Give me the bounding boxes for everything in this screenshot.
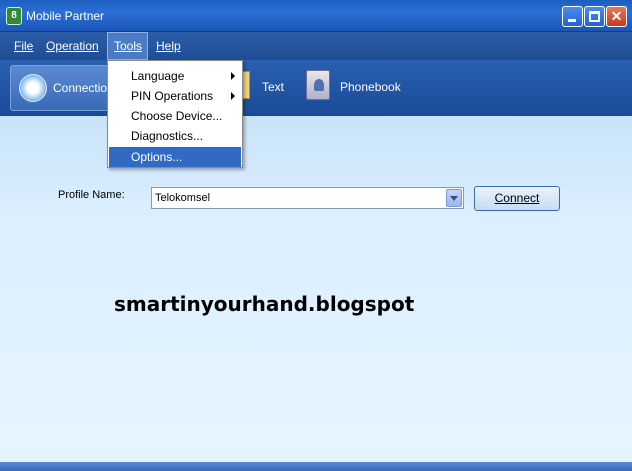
menu-item-pin-operations[interactable]: PIN Operations bbox=[109, 86, 241, 106]
connection-icon bbox=[19, 74, 47, 102]
menu-file[interactable]: File bbox=[8, 32, 39, 60]
menu-item-choose-device[interactable]: Choose Device... bbox=[109, 106, 241, 126]
minimize-button[interactable] bbox=[562, 6, 583, 27]
phonebook-button[interactable]: Phonebook bbox=[304, 65, 404, 111]
submenu-arrow-icon bbox=[231, 72, 235, 80]
profile-select[interactable]: Telokomsel bbox=[151, 187, 464, 209]
app-icon: 8 bbox=[6, 7, 22, 25]
connect-button[interactable]: Connect bbox=[474, 186, 560, 211]
close-button[interactable]: ✕ bbox=[606, 6, 627, 27]
phonebook-icon bbox=[306, 70, 330, 100]
menu-operation[interactable]: Operation bbox=[40, 32, 105, 60]
phonebook-label: Phonebook bbox=[340, 80, 401, 94]
close-icon: ✕ bbox=[610, 8, 623, 24]
window-title: Mobile Partner bbox=[26, 9, 105, 23]
menu-item-diagnostics[interactable]: Diagnostics... bbox=[109, 126, 241, 146]
connection-button[interactable]: Connection bbox=[10, 65, 114, 111]
menu-tools[interactable]: Tools bbox=[107, 32, 148, 60]
profile-select-value: Telokomsel bbox=[155, 192, 211, 204]
maximize-icon bbox=[589, 11, 600, 22]
watermark-text: smartinyourhand.blogspot bbox=[114, 292, 415, 316]
text-label: Text bbox=[262, 80, 285, 94]
maximize-button[interactable] bbox=[584, 6, 605, 27]
tools-dropdown-menu: Language PIN Operations Choose Device...… bbox=[107, 60, 243, 168]
minimize-icon bbox=[568, 19, 576, 22]
menu-item-language[interactable]: Language bbox=[109, 66, 241, 86]
menu-item-options[interactable]: Options... bbox=[109, 147, 241, 167]
main-panel bbox=[0, 116, 632, 462]
profile-name-label: Profile Name: bbox=[58, 189, 125, 201]
chevron-down-icon[interactable] bbox=[446, 189, 462, 207]
submenu-arrow-icon bbox=[231, 92, 235, 100]
toolbar: Connection Text Phonebook bbox=[0, 60, 632, 116]
connection-label: Connection bbox=[53, 81, 114, 95]
menu-bar: File Operation Tools Help bbox=[0, 32, 632, 60]
status-strip bbox=[0, 462, 632, 471]
title-bar: 8 Mobile Partner ✕ bbox=[0, 0, 632, 32]
menu-help[interactable]: Help bbox=[150, 32, 187, 60]
